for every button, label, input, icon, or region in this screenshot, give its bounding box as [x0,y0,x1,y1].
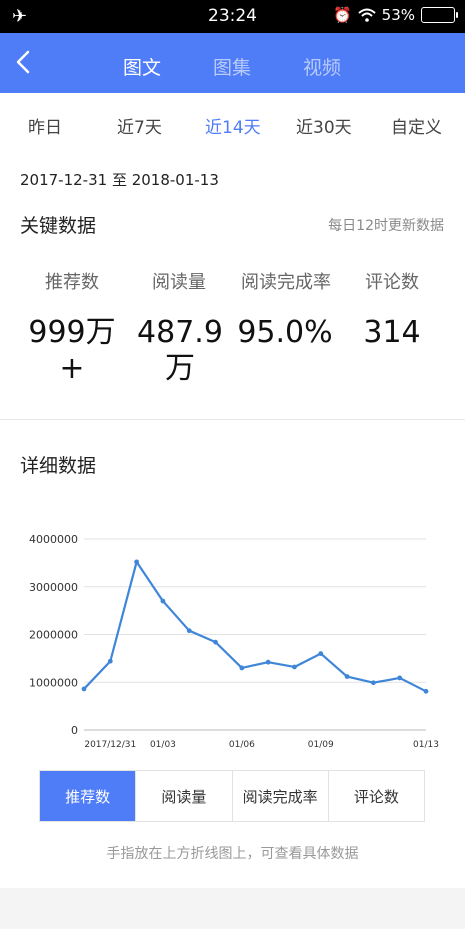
detail-data-title: 详细数据 [20,455,97,477]
metric-label-comments: 评论数 [365,272,419,293]
data-point [107,658,113,664]
nav-bar: 图文 图集 视频 [0,33,465,93]
tab-article[interactable]: 图文 [123,53,161,80]
tab-gallery[interactable]: 图集 [213,53,251,80]
metric-label-completion: 阅读完成率 [241,272,331,293]
data-point [370,680,376,686]
data-point [213,639,218,645]
y-tick-label: 0 [71,724,78,737]
metric-button-comments[interactable]: 评论数 [328,771,424,821]
metric-label-reads: 阅读量 [152,272,206,293]
range-tab-yesterday[interactable]: 昨日 [28,113,62,138]
metric-button-recommend[interactable]: 推荐数 [40,771,137,821]
alarm-icon: ⏰ [332,6,352,24]
series-line [83,560,427,693]
data-point [239,665,245,671]
x-tick-label: 01/06 [229,740,255,750]
metric-label-recommend: 推荐数 [45,272,99,293]
chart-hint: 手指放在上方折线图上，可查看具体数据 [106,846,359,862]
metric-selector: 推荐数 阅读量 阅读完成率 评论数 [39,770,425,822]
data-point [134,559,140,565]
main-content: 昨日 近7天 近14天 近30天 自定义 2017-12-31 至 2018-0… [0,93,465,888]
battery-percent: 53% [381,6,415,24]
data-point [318,651,324,656]
metric-value-recommend: 999万 + [28,315,116,386]
data-point [265,659,271,665]
data-point [397,675,403,681]
line-chart[interactable]: 4000000 3000000 2000000 1000000 0 2017/12/31 0… [0,523,465,763]
section-divider [0,419,465,420]
data-point [344,674,350,679]
metric-value-comments: 314 [363,315,421,350]
metric-button-completion[interactable]: 阅读完成率 [232,771,329,821]
y-tick-label: 1000000 [29,676,78,689]
status-bar: ✈ 23:24 ⏰ 53% [0,0,465,33]
x-tick-label: 01/13 [413,740,439,750]
x-tick-label: 2017/12/31 [84,740,136,750]
date-range: 2017-12-31 至 2018-01-13 [20,171,219,189]
wifi-icon [357,8,376,22]
key-data-title: 关键数据 [20,215,97,237]
range-tab-7days[interactable]: 近7天 [117,113,162,138]
x-tick-label: 01/09 [308,740,334,750]
data-point [81,686,87,692]
status-right: ⏰ 53% [332,6,458,24]
data-point [423,688,429,694]
range-tab-30days[interactable]: 近30天 [296,113,352,138]
metric-value-completion: 95.0% [237,315,333,350]
content-type-tabs: 图文 图集 视频 [0,33,465,93]
battery-icon [421,7,458,23]
range-tab-14days[interactable]: 近14天 [205,113,261,138]
data-point [186,628,192,634]
y-tick-label: 2000000 [29,629,78,642]
metric-value-reads: 487.9 万 [137,315,223,386]
y-tick-label: 3000000 [29,581,78,594]
update-note: 每日12时更新数据 [328,218,444,234]
y-tick-label: 4000000 [29,533,78,546]
range-tab-custom[interactable]: 自定义 [391,113,442,138]
metric-button-reads[interactable]: 阅读量 [136,771,233,821]
data-point [292,664,297,670]
data-point [160,598,166,604]
x-tick-label: 01/03 [150,740,176,750]
tab-video[interactable]: 视频 [303,53,341,80]
line-chart-svg[interactable]: 4000000 3000000 2000000 1000000 0 2017/12/31 0… [0,523,465,763]
